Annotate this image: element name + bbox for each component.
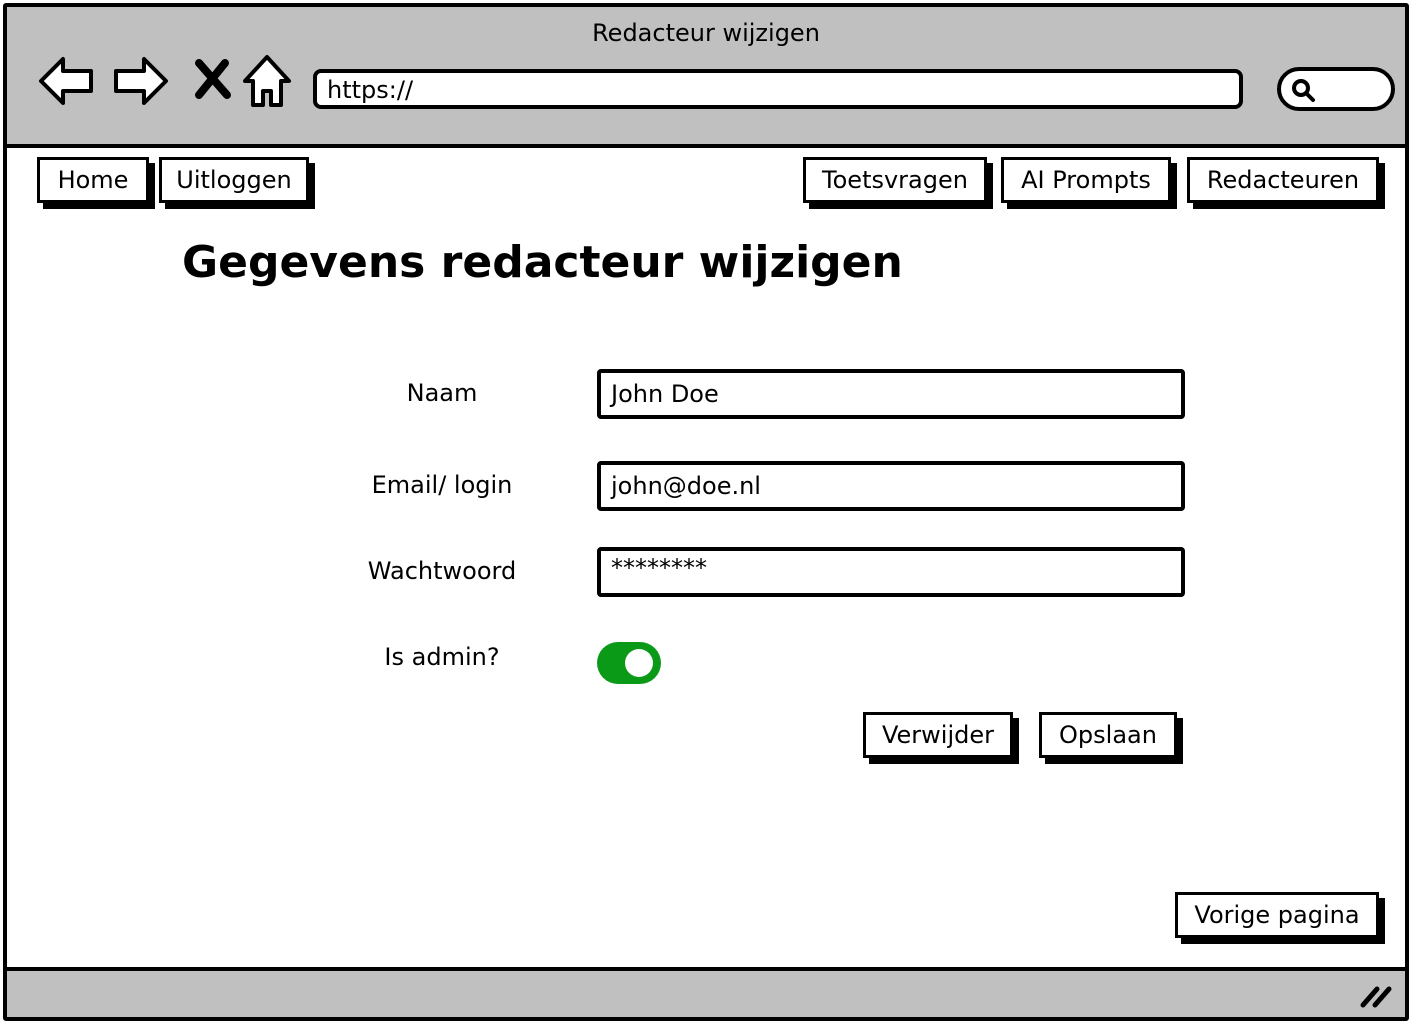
name-field[interactable]: John Doe [597,369,1185,419]
home-icon[interactable] [239,51,299,111]
close-icon[interactable] [185,51,245,111]
nav-redacteuren-button[interactable]: Redacteuren [1187,157,1379,203]
page-title: Gegevens redacteur wijzigen [182,237,903,288]
search-icon [1292,79,1315,102]
email-field[interactable]: john@doe.nl [597,461,1185,511]
name-label: Naam [406,379,478,407]
nav-ai-prompts-button[interactable]: AI Prompts [1001,157,1171,203]
save-button[interactable]: Opslaan [1039,712,1177,758]
delete-button[interactable]: Verwijder [863,712,1013,758]
nav-logout-button[interactable]: Uitloggen [159,157,309,203]
admin-label: Is admin? [384,643,500,671]
email-label: Email/ login [371,471,513,499]
forward-arrow-icon[interactable] [110,51,170,111]
resize-grip-icon[interactable] [1359,983,1393,1009]
browser-search-field[interactable] [1277,67,1395,111]
browser-window: Redacteur wijzigen https:// Home Uitlogg… [3,3,1409,1021]
back-arrow-icon[interactable] [37,51,97,111]
window-title: Redacteur wijzigen [592,19,820,47]
password-label: Wachtwoord [367,557,517,585]
toggle-knob [625,649,653,677]
password-field[interactable]: ******** [597,547,1185,597]
nav-home-button[interactable]: Home [37,157,149,203]
nav-toetsvragen-button[interactable]: Toetsvragen [803,157,987,203]
admin-toggle[interactable] [597,642,661,684]
previous-page-button[interactable]: Vorige pagina [1175,892,1379,938]
status-bar [7,967,1405,1017]
address-bar[interactable]: https:// [313,69,1243,109]
browser-titlebar: Redacteur wijzigen https:// [7,7,1405,148]
